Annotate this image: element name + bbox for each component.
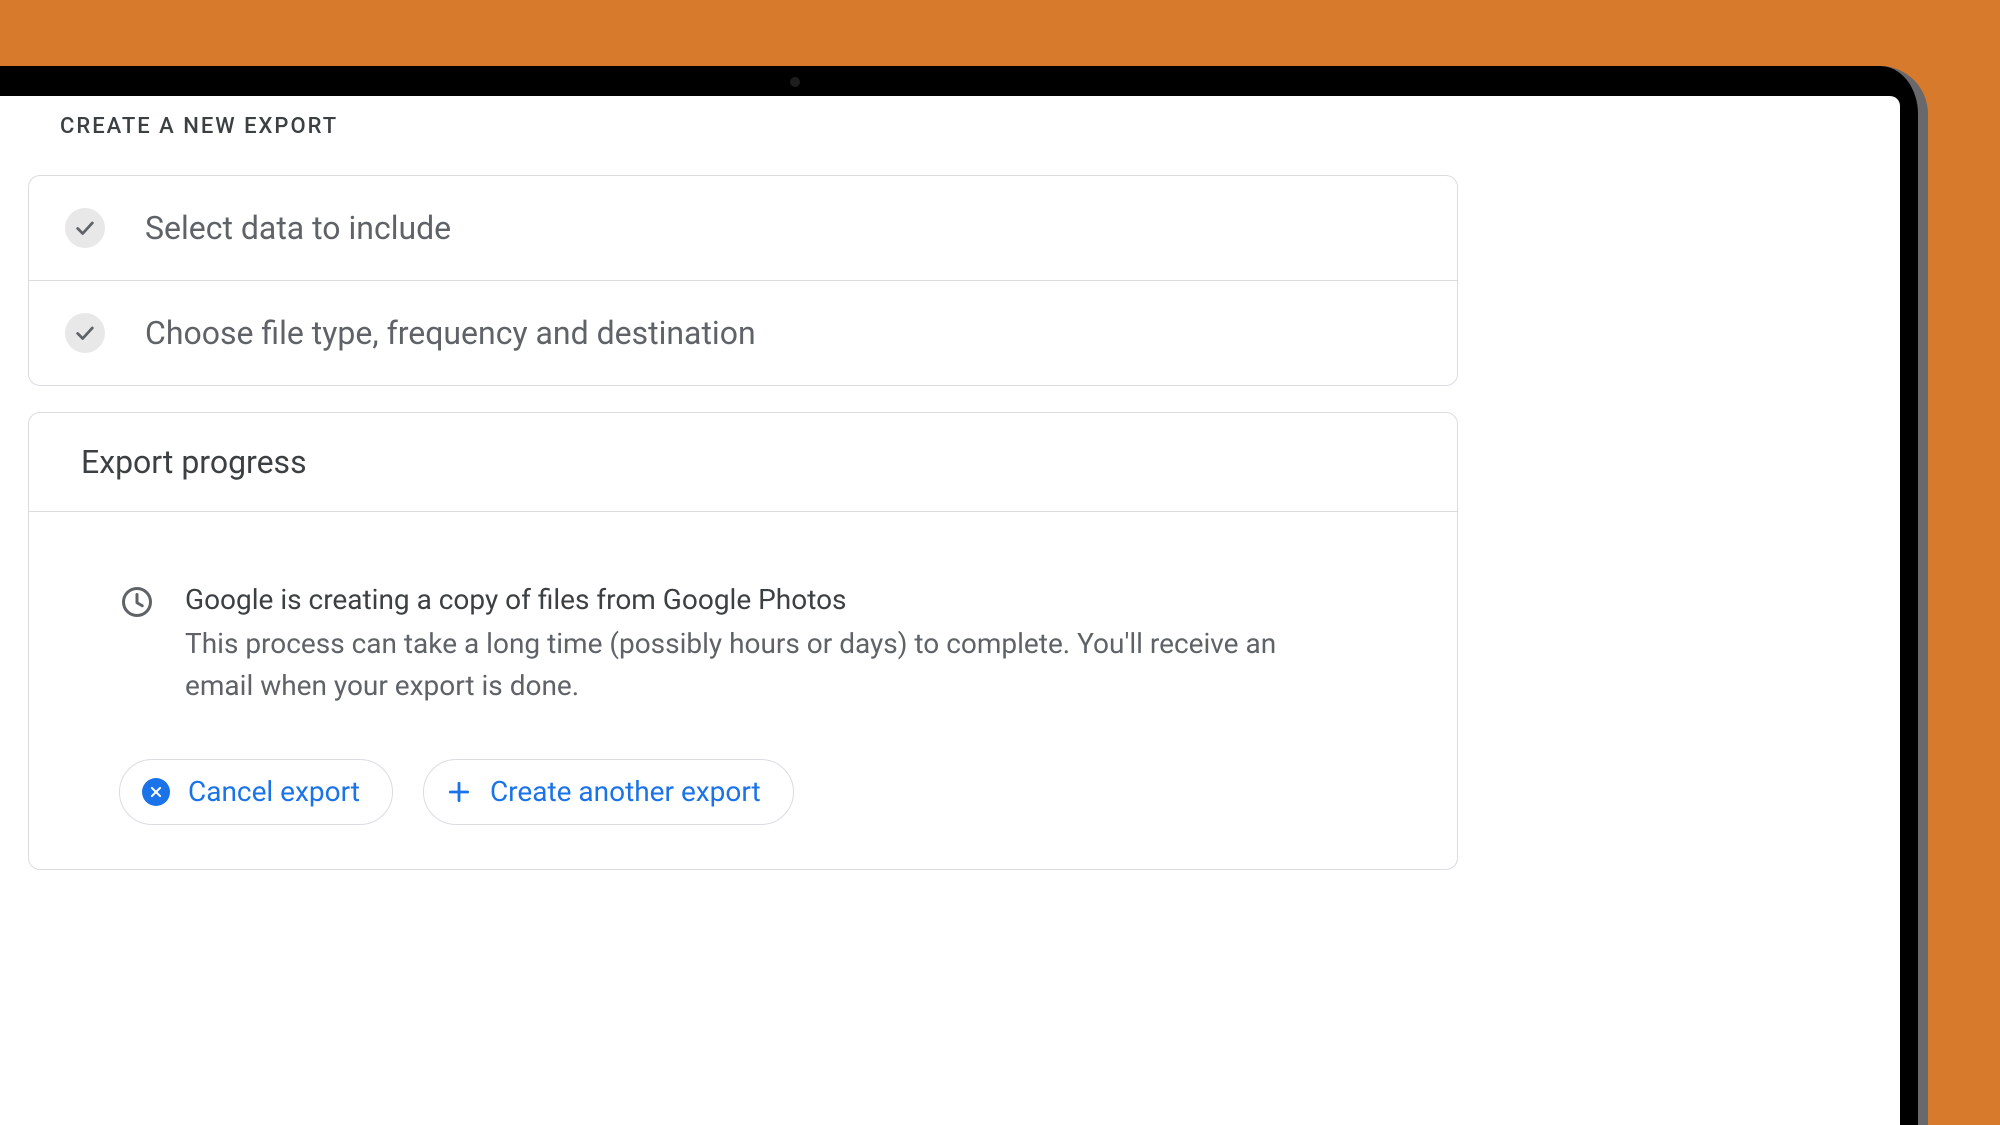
step-label: Select data to include [145,209,451,247]
create-another-export-button[interactable]: Create another export [423,759,794,825]
checkmark-icon [65,313,105,353]
checkmark-icon [65,208,105,248]
step-label: Choose file type, frequency and destinat… [145,314,756,352]
button-label: Create another export [490,775,761,808]
content: CREATE A NEW EXPORT Select data to inclu… [0,96,1900,870]
laptop-frame: CREATE A NEW EXPORT Select data to inclu… [0,66,1928,1125]
plus-icon [446,779,472,805]
status-detail: This process can take a long time (possi… [185,623,1325,707]
export-progress-card: Export progress Google is crea [28,412,1458,870]
status-row: Google is creating a copy of files from … [119,580,1405,707]
step-select-data[interactable]: Select data to include [29,176,1457,280]
cancel-export-button[interactable]: Cancel export [119,759,393,825]
clock-icon [119,584,155,624]
progress-title: Export progress [81,443,1405,481]
screen: CREATE A NEW EXPORT Select data to inclu… [0,96,1900,1125]
cancel-icon [142,778,170,806]
button-row: Cancel export Create another export [119,759,1405,825]
button-label: Cancel export [188,775,360,808]
progress-header: Export progress [29,413,1457,512]
status-text: Google is creating a copy of files from … [185,580,1325,707]
camera-icon [790,77,800,87]
stage: CREATE A NEW EXPORT Select data to inclu… [0,0,2000,1125]
steps-card: Select data to include Choose file type,… [28,175,1458,386]
status-headline: Google is creating a copy of files from … [185,580,1325,621]
step-file-type[interactable]: Choose file type, frequency and destinat… [29,280,1457,385]
page-heading: CREATE A NEW EXPORT [60,114,1900,139]
progress-body: Google is creating a copy of files from … [29,512,1457,869]
